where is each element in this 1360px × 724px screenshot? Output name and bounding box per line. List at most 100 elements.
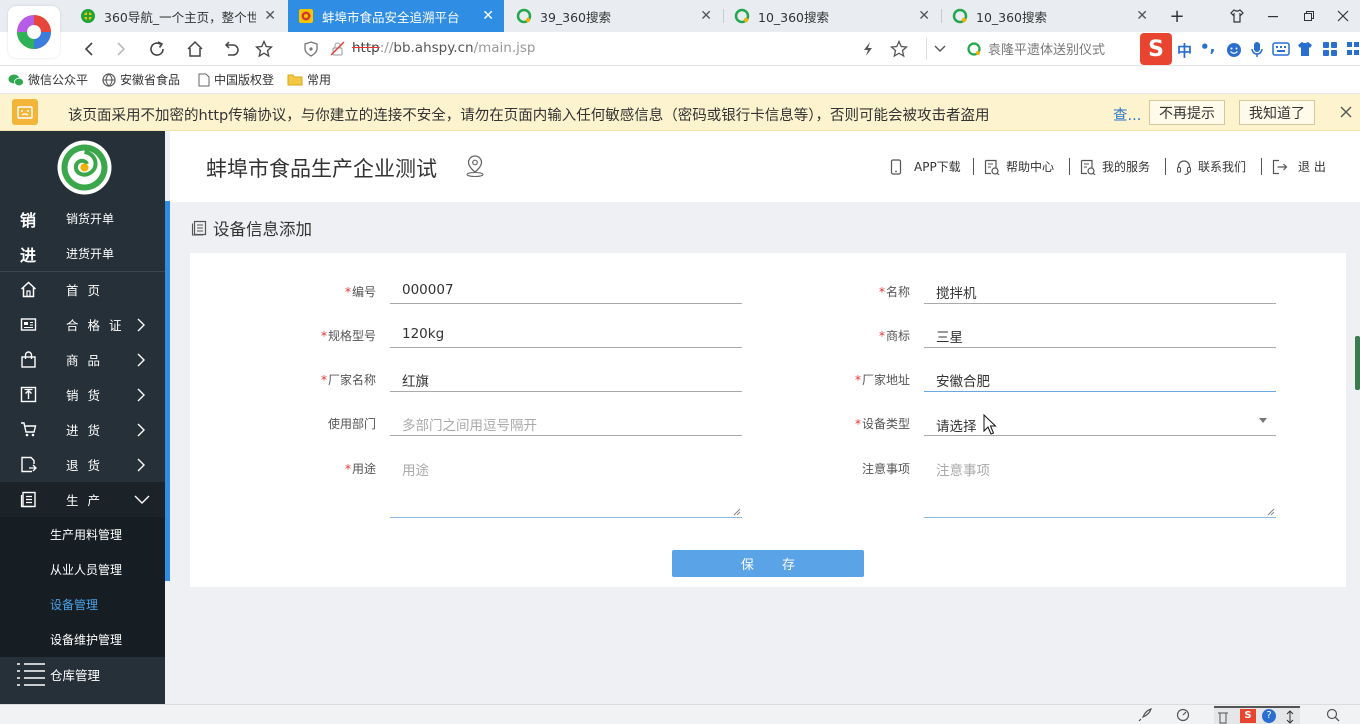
wechat-icon	[8, 73, 24, 87]
back-icon[interactable]	[76, 37, 102, 61]
trash-icon[interactable]	[1216, 710, 1230, 724]
equipment-type-select[interactable]: 请选择	[936, 415, 977, 435]
sidebar-item-warehouse[interactable]: 仓库管理	[0, 657, 165, 692]
shirt-skin-icon[interactable]	[1220, 0, 1254, 32]
ime-punct-icon[interactable]: •,	[1200, 38, 1215, 56]
app-download-link[interactable]: APP下载	[890, 158, 961, 175]
usage-textarea[interactable]: 用途	[390, 452, 742, 518]
keyboard-icon[interactable]	[1272, 42, 1290, 56]
close-tab-icon[interactable]: ✕	[264, 8, 276, 24]
browser-tab-active[interactable]: 蚌埠市食品安全追溯平台 ✕	[288, 0, 504, 32]
save-button[interactable]: 保 存	[672, 550, 864, 577]
sidebar-quick-sales-order[interactable]: 销 销货开单	[0, 201, 165, 236]
dont-show-again-button[interactable]: 不再提示	[1149, 100, 1225, 125]
sidebar-item-sales[interactable]: 销货	[0, 377, 165, 412]
code-input[interactable]: 000007	[402, 282, 454, 298]
search-box[interactable]: 袁隆平遗体送别仪式	[966, 39, 1105, 58]
phone-icon	[890, 158, 902, 175]
help-center-link[interactable]: 帮助中心	[984, 158, 1054, 175]
bookmark-item[interactable]: 微信公众平	[8, 71, 88, 88]
spec-input[interactable]: 120kg	[402, 326, 444, 342]
browser-logo-icon[interactable]	[8, 6, 60, 58]
contact-us-link[interactable]: 联系我们	[1176, 158, 1246, 175]
browser-tab[interactable]: 10_360搜索 ✕	[942, 0, 1158, 32]
refresh-icon[interactable]	[144, 37, 170, 61]
sidebar-quick-purchase-order[interactable]: 进 进货开单	[0, 236, 165, 271]
forward-icon[interactable]	[108, 37, 134, 61]
tray-more-icon[interactable]	[1284, 710, 1296, 724]
sidebar-item-label: 进货开单	[66, 247, 115, 261]
sidebar-item-goods[interactable]: 商品	[0, 342, 165, 377]
sogou-ime-icon[interactable]: S	[1140, 33, 1172, 65]
toolbox-grid-icon[interactable]	[1322, 41, 1338, 57]
minimize-icon[interactable]	[1256, 0, 1290, 32]
sidebar-item-purchase[interactable]: 进货	[0, 412, 165, 447]
chevron-right-icon	[136, 318, 146, 332]
warning-more-link[interactable]: 查...	[1113, 104, 1141, 125]
sidebar-item-certificate[interactable]: 合格证	[0, 307, 165, 342]
home-browser-icon[interactable]	[182, 37, 208, 61]
sidebar-item-home[interactable]: 首页	[0, 272, 165, 307]
shield-icon[interactable]	[303, 41, 319, 57]
close-tab-icon[interactable]: ✕	[1136, 8, 1148, 24]
sogou-tray-icon[interactable]: S	[1240, 709, 1256, 723]
logout-link[interactable]: 退 出	[1272, 158, 1326, 175]
close-warning-icon[interactable]	[1340, 106, 1352, 118]
browser-tab[interactable]: 360导航_一个主页，整个世界 ✕	[70, 0, 286, 32]
skin-shirt-icon[interactable]	[1296, 41, 1314, 57]
notes-textarea[interactable]: 注意事项	[924, 452, 1276, 518]
undo-icon[interactable]	[218, 37, 244, 61]
site-favicon-icon	[298, 8, 314, 24]
bookmark-star-icon[interactable]	[890, 40, 908, 58]
ime-mode-label[interactable]: 中	[1177, 40, 1192, 61]
maker-address-input[interactable]: 安徽合肥	[936, 370, 990, 390]
my-service-link[interactable]: 我的服务	[1080, 158, 1150, 175]
maker-input[interactable]: 红旗	[402, 370, 429, 390]
close-tab-icon[interactable]: ✕	[700, 8, 712, 24]
home-icon	[20, 281, 37, 298]
restore-icon[interactable]	[1292, 0, 1326, 32]
speed-gauge-icon[interactable]	[1176, 708, 1190, 722]
document-list-icon	[191, 220, 207, 236]
location-pin-icon[interactable]	[464, 154, 486, 178]
chevron-down-icon	[134, 495, 150, 505]
url-scheme: http	[352, 40, 380, 56]
microphone-icon[interactable]	[1250, 41, 1264, 59]
bookmark-item[interactable]: 常用	[287, 71, 331, 88]
help-tray-icon[interactable]: ?	[1262, 709, 1276, 723]
browser-tab[interactable]: 10_360搜索 ✕	[724, 0, 940, 32]
lightning-icon[interactable]	[861, 41, 875, 57]
sidebar-subitem-materials[interactable]: 生产用料管理	[0, 517, 165, 552]
department-input[interactable]: 多部门之间用逗号隔开	[402, 414, 537, 434]
close-window-icon[interactable]	[1326, 0, 1360, 32]
name-input[interactable]: 搅拌机	[936, 282, 977, 302]
bookmark-item[interactable]: 中国版权登	[198, 71, 274, 88]
apps-grid-icon[interactable]	[1346, 41, 1360, 57]
resize-handle-icon[interactable]	[1267, 508, 1275, 516]
resize-handle-icon[interactable]	[733, 508, 741, 516]
zoom-search-icon[interactable]	[1326, 708, 1340, 722]
sidebar-item-production[interactable]: 生产	[0, 482, 165, 517]
sidebar-subitem-equipment[interactable]: 设备管理	[0, 587, 165, 622]
chevron-down-icon[interactable]	[933, 44, 947, 54]
close-tab-icon[interactable]: ✕	[918, 8, 930, 24]
new-tab-button[interactable]: +	[1160, 0, 1194, 32]
browser-tab[interactable]: 39_360搜索 ✕	[506, 0, 722, 32]
sidebar-subitem-staff[interactable]: 从业人员管理	[0, 552, 165, 587]
favorite-star-icon[interactable]	[251, 37, 277, 61]
got-it-button[interactable]: 我知道了	[1239, 100, 1315, 125]
chevron-right-icon	[136, 353, 146, 367]
sidebar-subitem-equipment-maintenance[interactable]: 设备维护管理	[0, 622, 165, 657]
sidebar-item-label: 首页	[66, 283, 110, 298]
address-bar[interactable]: http://bb.ahspy.cn/main.jsp	[352, 40, 536, 56]
close-tab-icon[interactable]: ✕	[482, 8, 494, 24]
select-caret-icon[interactable]	[1258, 417, 1268, 425]
insecure-lock-icon[interactable]	[330, 41, 346, 57]
brand-input[interactable]: 三星	[936, 326, 963, 346]
page-scroll-handle[interactable]	[1355, 336, 1360, 390]
sidebar-item-returns[interactable]: 退货	[0, 447, 165, 482]
quick-char: 销	[20, 210, 37, 230]
rocket-icon[interactable]	[1138, 708, 1152, 722]
emoji-icon[interactable]	[1226, 42, 1242, 58]
bookmark-item[interactable]: 安徽省食品	[102, 71, 180, 88]
